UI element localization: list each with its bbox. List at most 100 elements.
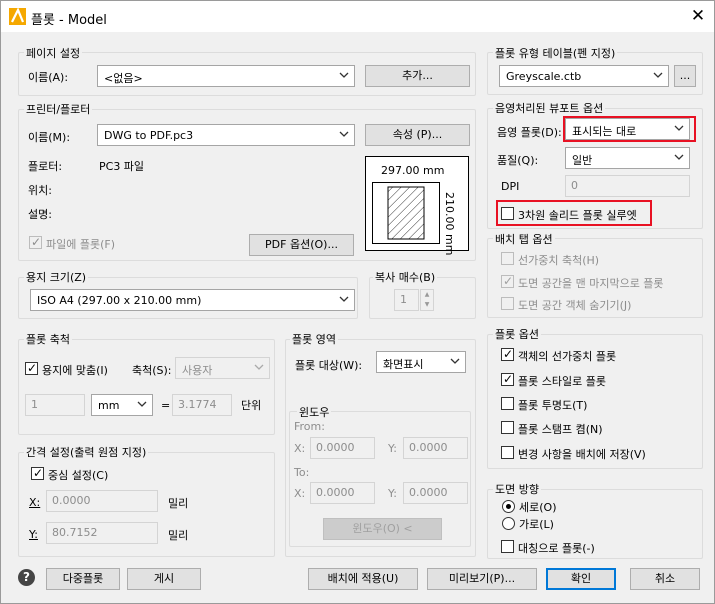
scale-value-1-input[interactable]: 1 (25, 394, 85, 416)
plot-style-table-label: 플롯 유형 테이블(펜 지정) (493, 45, 618, 61)
plot-dialog: 플롯 - Model ✕ 페이지 설정 이름(A): <없음> 추가... 프린… (0, 0, 715, 604)
dpi-input[interactable]: 0 (565, 175, 690, 197)
plot-to-file-label: 파일에 플롯(F) (46, 238, 116, 251)
offset-y-unit: 밀리 (168, 529, 189, 542)
title-bar: 플롯 - Model ✕ (1, 1, 714, 32)
chevron-down-icon (339, 131, 349, 137)
save-changes-checkbox[interactable] (501, 446, 514, 459)
landscape-radio[interactable] (502, 517, 515, 530)
shade-plot-label: 음영 플롯(D): (497, 126, 562, 139)
printer-group-label: 프린터/플로터 (24, 101, 93, 117)
from-label: From: (294, 420, 325, 433)
paperspace-last-checkbox[interactable]: ✓ (501, 274, 514, 288)
close-button[interactable]: ✕ (685, 4, 711, 28)
plot-with-styles-checkbox[interactable]: ✓ (501, 372, 514, 386)
plot-options-label: 플롯 옵션 (493, 326, 541, 342)
offset-x-unit: 밀리 (168, 497, 189, 510)
plotter-value: PC3 파일 (99, 160, 145, 173)
upside-down-label: 대칭으로 플롯(-) (518, 542, 595, 555)
help-icon[interactable]: ? (18, 569, 35, 586)
apply-to-layout-button[interactable]: 배치에 적용(U) (308, 568, 418, 590)
hide-paperspace-checkbox[interactable] (501, 297, 514, 310)
plotter-label: 플로터: (28, 160, 63, 173)
pdf-options-button[interactable]: PDF 옵션(O)... (249, 234, 354, 256)
center-plot-label: 중심 설정(C) (48, 469, 109, 482)
shade-plot-highlight (563, 116, 696, 142)
to-y-input[interactable]: 0.0000 (403, 482, 468, 504)
plot-what-label: 플롯 대상(W): (295, 359, 363, 372)
preview-height-label: 210.00 mm (443, 192, 456, 256)
chevron-down-icon (254, 364, 264, 370)
copies-label: 복사 매수(B) (373, 269, 438, 285)
plot-stamp-checkbox[interactable] (501, 421, 514, 434)
publish-button[interactable]: 게시 (127, 568, 201, 590)
orientation-label: 도면 방향 (493, 481, 541, 497)
paper-preview: 297.00 mm 210.00 mm (365, 156, 469, 255)
plot-style-table-select[interactable]: Greyscale.ctb (499, 65, 669, 87)
to-y-label: Y: (388, 487, 397, 500)
plot-transparency-checkbox[interactable] (501, 397, 514, 410)
plot-area-label: 플롯 영역 (290, 331, 338, 347)
ok-button[interactable]: 확인 (546, 568, 616, 590)
page-setup-name-select[interactable]: <없음> (97, 65, 355, 87)
quality-label: 품질(Q): (497, 154, 539, 167)
layout-tab-options-label: 배치 탭 옵션 (493, 231, 555, 247)
offset-x-input[interactable]: 0.0000 (46, 490, 158, 512)
quality-select[interactable]: 일반 (565, 147, 690, 169)
paper-size-label: 용지 크기(Z) (24, 269, 89, 285)
plot-to-file-checkbox[interactable]: ✓ (29, 235, 42, 249)
save-changes-label: 변경 사항을 배치에 저장(V) (518, 448, 646, 461)
from-x-label: X: (294, 442, 306, 455)
window-pick-button[interactable]: 윈도우(O) < (323, 518, 442, 540)
offset-label: 간격 설정(출력 원점 지정) (24, 444, 149, 460)
portrait-label: 세로(O) (519, 501, 557, 514)
to-x-input[interactable]: 0.0000 (310, 482, 375, 504)
preview-button[interactable]: 미리보기(P)... (427, 568, 537, 590)
center-plot-checkbox[interactable]: ✓ (31, 466, 44, 480)
plot-scale-label: 플롯 축척 (24, 331, 72, 347)
offset-y-input[interactable]: 80.7152 (46, 522, 158, 544)
printer-name-label: 이름(M): (28, 131, 71, 144)
printer-properties-button[interactable]: 속성 (P)... (365, 124, 470, 146)
landscape-label: 가로(L) (519, 518, 554, 531)
printer-name-select[interactable]: DWG to PDF.pc3 (97, 124, 355, 146)
plot-stamp-label: 플롯 스탬프 켬(N) (518, 423, 603, 436)
add-page-setup-button[interactable]: 추가... (365, 65, 470, 87)
dpi-label: DPI (501, 180, 520, 193)
plot-transparency-label: 플롯 투명도(T) (518, 399, 588, 412)
fit-to-paper-checkbox[interactable]: ✓ (25, 361, 38, 375)
hide-paperspace-label: 도면 공간 객체 숨기기(J) (518, 299, 632, 312)
scale-value-2-input[interactable]: 3.1774 (172, 394, 232, 416)
plot-what-select[interactable]: 화면표시 (376, 351, 466, 373)
plot-with-styles-label: 플롯 스타일로 플롯 (518, 375, 606, 388)
chevron-down-icon (339, 296, 349, 302)
plot-lineweights-checkbox[interactable]: ✓ (501, 347, 514, 361)
window-subgroup-label: 윈도우 (297, 404, 332, 420)
copies-spinner[interactable]: ▲ ▼ (420, 289, 434, 311)
scale-select[interactable]: 사용자 (175, 357, 270, 379)
scale-unit-select[interactable]: mm (91, 394, 153, 416)
page-setup-name-label: 이름(A): (28, 71, 69, 84)
paperspace-last-label: 도면 공간을 맨 마지막으로 플롯 (518, 277, 664, 290)
lineweight-scale-label: 선가중치 축척(H) (518, 254, 600, 267)
plot-style-edit-button[interactable]: ... (674, 65, 696, 87)
batch-plot-button[interactable]: 다중플롯 (46, 568, 120, 590)
to-x-label: X: (294, 487, 306, 500)
scale-unit-label: 단위 (241, 399, 262, 412)
page-setup-label: 페이지 설정 (24, 45, 83, 61)
plot-lineweights-label: 객체의 선가중치 플롯 (518, 350, 617, 363)
portrait-radio[interactable] (502, 500, 515, 513)
paper-size-select[interactable]: ISO A4 (297.00 x 210.00 mm) (30, 289, 355, 311)
from-x-input[interactable]: 0.0000 (310, 437, 375, 459)
chevron-down-icon (339, 72, 349, 78)
upside-down-checkbox[interactable] (501, 540, 514, 553)
lineweight-scale-checkbox[interactable] (501, 252, 514, 265)
chevron-down-icon (653, 72, 663, 78)
plot-scale-group (18, 339, 275, 435)
cancel-button[interactable]: 취소 (630, 568, 700, 590)
from-y-input[interactable]: 0.0000 (403, 437, 468, 459)
location-label: 위치: (28, 184, 52, 197)
from-y-label: Y: (388, 442, 397, 455)
chevron-down-icon (137, 401, 147, 407)
copies-input[interactable]: 1 (394, 289, 419, 311)
